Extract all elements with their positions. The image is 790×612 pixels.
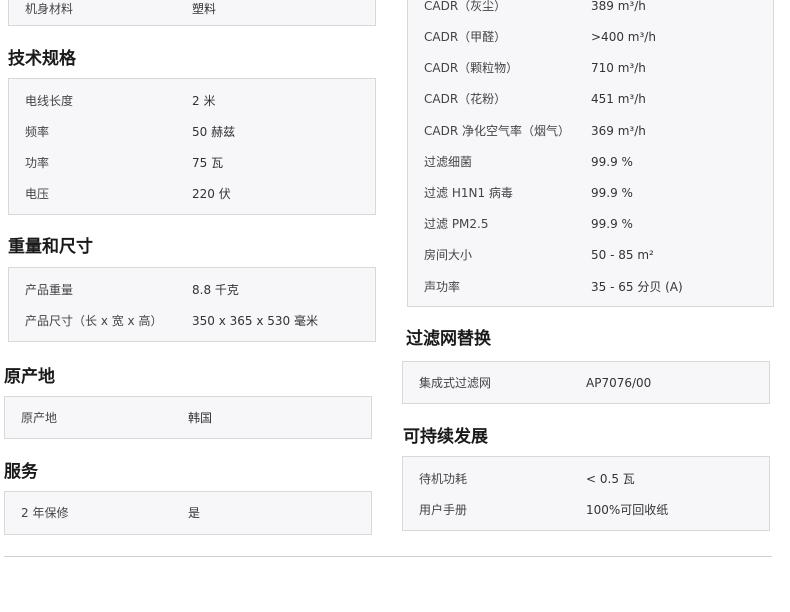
spec-row: CADR（花粉） 451 m³/h xyxy=(408,89,773,109)
spec-value: 99.9 % xyxy=(591,155,633,169)
spec-row: 产品重量 8.8 千克 xyxy=(9,280,375,300)
spec-label: CADR（花粉） xyxy=(424,92,507,106)
spec-row: 频率 50 赫兹 xyxy=(9,122,375,142)
performance-box: CADR（灰尘） 389 m³/h CADR（甲醛） >400 m³/h CAD… xyxy=(407,0,774,307)
spec-value: < 0.5 瓦 xyxy=(586,472,635,486)
spec-value: 50 赫兹 xyxy=(192,125,236,139)
spec-label: 集成式过滤网 xyxy=(419,376,492,390)
spec-label: 产品重量 xyxy=(25,283,74,297)
spec-value: 100%可回收纸 xyxy=(586,503,669,517)
spec-value: 99.9 % xyxy=(591,186,633,200)
section-title-technical-specs: 技术规格 xyxy=(8,49,76,69)
spec-value: 50 - 85 m² xyxy=(591,248,654,262)
section-title-service: 服务 xyxy=(4,462,38,482)
spec-row: 电压 220 伏 xyxy=(9,184,375,204)
spec-row: 过滤 H1N1 病毒 99.9 % xyxy=(408,183,773,203)
spec-row: CADR 净化空气率（烟气） 369 m³/h xyxy=(408,121,773,141)
spec-label: 功率 xyxy=(25,156,50,170)
filter-replacement-box: 集成式过滤网 AP7076/00 xyxy=(402,361,770,404)
spec-label: 产品尺寸（长 x 宽 x 高） xyxy=(25,314,163,328)
spec-row: 过滤 PM2.5 99.9 % xyxy=(408,214,773,234)
service-box: 2 年保修 是 xyxy=(4,491,372,535)
spec-row: 集成式过滤网 AP7076/00 xyxy=(403,373,769,393)
spec-row: CADR（颗粒物） 710 m³/h xyxy=(408,58,773,78)
spec-label: CADR（甲醛） xyxy=(424,30,507,44)
spec-row: 用户手册 100%可回收纸 xyxy=(403,500,769,520)
spec-value: 塑料 xyxy=(192,2,217,16)
technical-specs-box: 电线长度 2 米 频率 50 赫兹 功率 75 瓦 电压 220 伏 xyxy=(8,78,376,215)
spec-value: 韩国 xyxy=(188,411,213,425)
origin-box: 原产地 韩国 xyxy=(4,396,372,439)
spec-value: >400 m³/h xyxy=(591,30,656,44)
spec-value: 35 - 65 分贝 (A) xyxy=(591,280,683,294)
spec-value: 710 m³/h xyxy=(591,61,646,75)
spec-page: 机身材料 塑料 技术规格 电线长度 2 米 频率 50 赫兹 功率 75 瓦 电… xyxy=(0,0,790,612)
spec-value: 389 m³/h xyxy=(591,0,646,13)
spec-row: 产品尺寸（长 x 宽 x 高） 350 x 365 x 530 毫米 xyxy=(9,311,375,331)
spec-value: 8.8 千克 xyxy=(192,283,239,297)
spec-value: 2 米 xyxy=(192,94,216,108)
spec-label: 过滤 PM2.5 xyxy=(424,217,489,231)
spec-label: CADR（颗粒物） xyxy=(424,61,519,75)
spec-row: 2 年保修 是 xyxy=(5,503,371,523)
spec-label: 过滤细菌 xyxy=(424,155,473,169)
spec-row: 原产地 韩国 xyxy=(5,408,371,428)
section-title-filter-replacement: 过滤网替换 xyxy=(406,329,491,349)
spec-value: 369 m³/h xyxy=(591,124,646,138)
spec-label: CADR 净化空气率（烟气） xyxy=(424,124,570,138)
spec-value: 是 xyxy=(188,506,201,520)
sustainability-box: 待机功耗 < 0.5 瓦 用户手册 100%可回收纸 xyxy=(402,456,770,531)
spec-row: 声功率 35 - 65 分贝 (A) xyxy=(408,277,773,297)
spec-value: 220 伏 xyxy=(192,187,231,201)
spec-label: 原产地 xyxy=(21,411,58,425)
spec-label: 电线长度 xyxy=(25,94,74,108)
spec-row: CADR（灰尘） 389 m³/h xyxy=(408,0,773,16)
spec-row: 过滤细菌 99.9 % xyxy=(408,152,773,172)
spec-row: 功率 75 瓦 xyxy=(9,153,375,173)
spec-label: 电压 xyxy=(25,187,50,201)
spec-label: 频率 xyxy=(25,125,50,139)
spec-value: 75 瓦 xyxy=(192,156,224,170)
spec-value: AP7076/00 xyxy=(586,376,652,390)
spec-row: CADR（甲醛） >400 m³/h xyxy=(408,27,773,47)
spec-row: 待机功耗 < 0.5 瓦 xyxy=(403,469,769,489)
spec-label: 机身材料 xyxy=(25,2,74,16)
spec-label: 用户手册 xyxy=(419,503,468,517)
section-title-weight-size: 重量和尺寸 xyxy=(8,237,93,257)
spec-label: 2 年保修 xyxy=(21,506,69,520)
spec-label: 声功率 xyxy=(424,280,461,294)
spec-row: 机身材料 塑料 xyxy=(9,0,375,19)
bottom-divider xyxy=(4,556,772,557)
spec-label: 过滤 H1N1 病毒 xyxy=(424,186,513,200)
spec-label: CADR（灰尘） xyxy=(424,0,507,13)
section-title-sustainability: 可持续发展 xyxy=(403,427,488,447)
weight-size-box: 产品重量 8.8 千克 产品尺寸（长 x 宽 x 高） 350 x 365 x … xyxy=(8,267,376,342)
spec-row: 电线长度 2 米 xyxy=(9,91,375,111)
body-material-box: 机身材料 塑料 xyxy=(8,0,376,26)
spec-value: 451 m³/h xyxy=(591,92,646,106)
spec-value: 99.9 % xyxy=(591,217,633,231)
spec-label: 房间大小 xyxy=(424,248,473,262)
section-title-origin: 原产地 xyxy=(4,367,55,387)
spec-value: 350 x 365 x 530 毫米 xyxy=(192,314,318,328)
spec-label: 待机功耗 xyxy=(419,472,468,486)
spec-row: 房间大小 50 - 85 m² xyxy=(408,245,773,265)
